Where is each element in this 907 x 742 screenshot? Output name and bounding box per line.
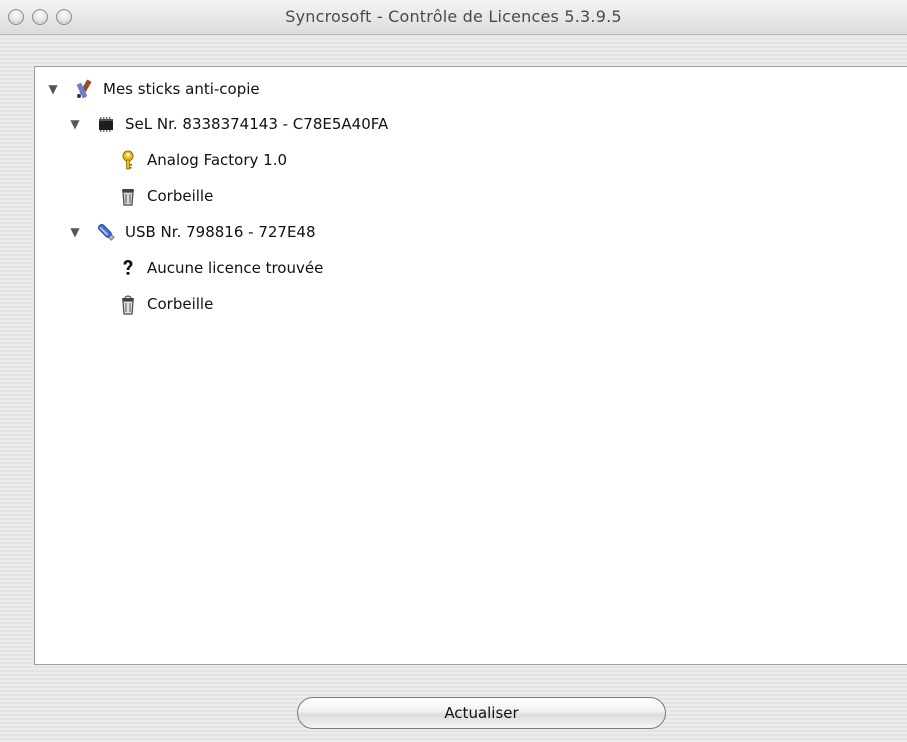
tree-item-license[interactable]: Analog Factory 1.0	[117, 148, 287, 172]
tree-item-no-license[interactable]: Aucune licence trouvée	[117, 256, 323, 280]
tree-item-label: Analog Factory 1.0	[147, 151, 288, 169]
application-window: Syncrosoft - Contrôle de Licences 5.3.9.…	[0, 0, 907, 742]
disclosure-triangle-icon[interactable]: ▼	[69, 117, 81, 131]
tree-item-usb-stick[interactable]: ▼ USB Nr. 798816 - 727E48	[69, 220, 316, 244]
disclosure-triangle-icon[interactable]: ▼	[47, 82, 59, 96]
usb-stick-icon	[95, 221, 117, 243]
tree-item-label: Corbeille	[147, 187, 214, 205]
chip-icon	[95, 113, 117, 135]
refresh-button[interactable]: Actualiser	[297, 697, 666, 729]
tree-item-trash[interactable]: Corbeille	[117, 292, 213, 316]
tree-item-sel-stick[interactable]: ▼ SeL Nr. 8338374143 - C78E5A40FA	[69, 112, 388, 136]
tree-item-label: SeL Nr. 8338374143 - C78E5A40FA	[125, 115, 389, 133]
tree-root-label: Mes sticks anti-copie	[103, 80, 260, 98]
disclosure-triangle-icon[interactable]: ▼	[69, 225, 81, 239]
tree-item-label: Aucune licence trouvée	[147, 259, 324, 277]
tree-item-trash[interactable]: Corbeille	[117, 184, 213, 208]
license-tree-panel[interactable]: ▼ Mes sticks anti-copie ▼ SeL Nr. 833837…	[34, 66, 907, 665]
key-icon	[117, 149, 139, 171]
pen-pencil-icon	[73, 78, 95, 100]
window-title: Syncrosoft - Contrôle de Licences 5.3.9.…	[285, 7, 622, 26]
tree-item-label: Corbeille	[147, 295, 214, 313]
tree-root-row[interactable]: ▼ Mes sticks anti-copie	[47, 77, 260, 101]
trash-icon	[117, 185, 139, 207]
trash-icon	[117, 293, 139, 315]
tree-item-label: USB Nr. 798816 - 727E48	[125, 223, 316, 241]
question-icon	[117, 257, 139, 279]
title-bar[interactable]: Syncrosoft - Contrôle de Licences 5.3.9.…	[0, 0, 907, 35]
